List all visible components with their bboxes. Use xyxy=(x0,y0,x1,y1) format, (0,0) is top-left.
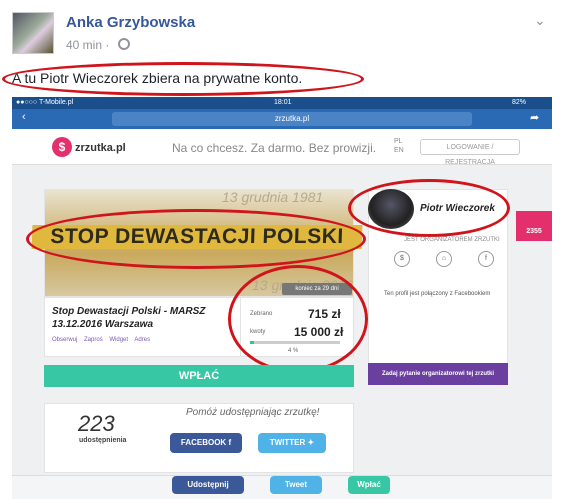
campaign-actions: Obserwuj Zaproś Widget Adres xyxy=(52,337,150,343)
phone-status-bar: ●●○○○ T-Mobile.pl 18:01 82% xyxy=(12,97,552,109)
site-logo[interactable]: $ xyxy=(52,137,72,157)
back-icon[interactable]: ‹ xyxy=(22,111,26,123)
bottom-share-button[interactable]: Udostępnij xyxy=(172,476,244,494)
author-name[interactable]: Anka Grzybowska xyxy=(66,14,195,31)
pay-button[interactable]: WPŁAĆ xyxy=(44,365,354,387)
share-count: 223 xyxy=(78,411,115,436)
annotation-ellipse-text xyxy=(2,62,364,96)
facebook-post: Anka Grzybowska 40 min · ⌄ A tu Piotr Wi… xyxy=(0,0,565,499)
carrier: ●●○○○ T-Mobile.pl xyxy=(16,99,74,106)
share-prompt: Pomóż udostępniając zrzutkę! xyxy=(186,407,320,418)
chevron-down-icon[interactable]: ⌄ xyxy=(534,12,546,29)
share-icon[interactable]: ➦ xyxy=(530,111,539,124)
battery: 82% xyxy=(512,99,527,106)
annotation-ellipse-banner xyxy=(26,209,366,269)
brand-name[interactable]: zrzutka.pl xyxy=(75,142,126,154)
globe-icon xyxy=(118,38,130,50)
banner-date-top: 13 grudnia 1981 xyxy=(222,189,324,205)
organizer-role: JEST ORGANIZATOREM ZRZUTKI xyxy=(404,237,500,243)
follow-link[interactable]: Obserwuj xyxy=(52,337,77,343)
dollar-icon[interactable]: $ xyxy=(394,251,410,267)
annotation-ellipse-funds xyxy=(228,265,368,373)
widget-link[interactable]: Widget xyxy=(109,337,128,343)
lock-icon[interactable]: ⌂ xyxy=(436,251,452,267)
bottom-tweet-button[interactable]: Tweet xyxy=(270,476,322,494)
share-count-label: udostępnienia xyxy=(79,437,127,444)
login-button[interactable]: LOGOWANIE / REJESTRACJA xyxy=(420,139,520,166)
twitter-share-button[interactable]: TWITTER ✦ xyxy=(258,433,326,453)
address-link[interactable]: Adres xyxy=(134,337,150,343)
ask-organizer-button[interactable]: Zadaj pytanie organizatorowi tej zrzutki xyxy=(368,363,508,385)
author-avatar[interactable] xyxy=(12,12,54,54)
invite-link[interactable]: Zaproś xyxy=(84,337,103,343)
event-title: Stop Dewastacji Polski - MARSZ 13.12.201… xyxy=(52,306,206,330)
tagline: Na co chcesz. Za darmo. Bez prowizji. xyxy=(172,141,377,155)
facebook-share-button[interactable]: FACEBOOK f xyxy=(170,433,242,453)
bottom-pay-button[interactable]: Wpłać xyxy=(348,476,390,494)
facebook-note: Ten profil jest połączony z Facebookiem xyxy=(384,291,491,297)
clock: 18:01 xyxy=(274,99,292,106)
url-field[interactable]: zrzutka.pl xyxy=(112,112,472,126)
annotation-ellipse-organizer xyxy=(348,179,510,237)
facebook-icon[interactable]: f xyxy=(478,251,494,267)
side-count-badge[interactable]: 2355 xyxy=(516,211,552,241)
post-time[interactable]: 40 min · xyxy=(66,38,109,52)
embedded-screenshot: ●●○○○ T-Mobile.pl 18:01 82% ‹ ➦ zrzutka.… xyxy=(12,97,552,499)
language-switch[interactable]: PL EN xyxy=(394,137,404,155)
